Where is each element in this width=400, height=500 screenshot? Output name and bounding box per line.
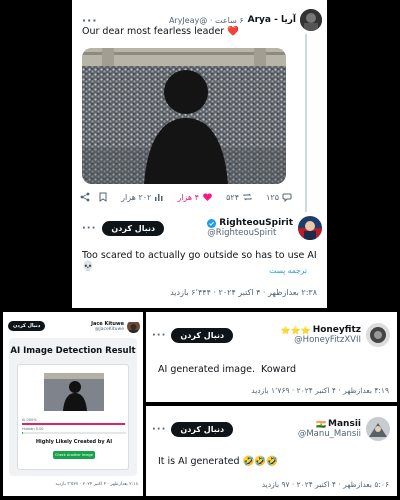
detection-result-box: AI 000% Human 0.00 Highly Likely Created…: [17, 364, 129, 470]
mansii-actions: ··· دنبال کردن: [152, 421, 234, 437]
tweet-image[interactable]: [82, 48, 286, 184]
jace-author[interactable]: Jace Kituwe @JaceKituwe: [91, 320, 140, 333]
mansii-text: It is AI generated 🤣🤣🤣: [158, 456, 279, 467]
reply-actions: ··· دنبال کردن: [82, 220, 165, 236]
detection-image: [44, 373, 104, 411]
mansii-card: ··· دنبال کردن 🇮🇳 Mansii @Manu_Mansii It…: [146, 406, 397, 496]
tweet-time: ۶ ساعت · @AryJeay: [168, 15, 244, 25]
avatar-image: [300, 9, 322, 31]
mansii-author-name: Mansii: [328, 419, 361, 429]
avatar[interactable]: [366, 417, 390, 441]
detection-title: AI Image Detection Result: [10, 346, 136, 356]
honey-author[interactable]: ⭐⭐⭐ Honeyfitz @HoneyFitzXVII: [281, 323, 390, 347]
retweet-button[interactable]: ۵۲۴: [226, 192, 253, 202]
reply-author-name: RighteouSpirit: [219, 218, 293, 228]
honey-actions: ··· دنبال کردن: [152, 327, 234, 343]
views-button[interactable]: ۲۰۲ هزار: [121, 192, 164, 202]
honey-author-handle: @HoneyFitzXVII: [294, 335, 361, 345]
human-score-label: Human 0.00: [22, 427, 44, 431]
views-icon: [155, 194, 163, 201]
more-options-icon[interactable]: ···: [82, 14, 98, 27]
avatar-image: [366, 417, 390, 441]
ai-score-fill: [22, 423, 125, 425]
human-score-bar: [22, 432, 126, 434]
mansii-header: ··· دنبال کردن 🇮🇳 Mansii @Manu_Mansii: [152, 416, 390, 442]
mansii-author[interactable]: 🇮🇳 Mansii @Manu_Mansii: [298, 417, 390, 441]
honey-header: ··· دنبال کردن ⭐⭐⭐ Honeyfitz @HoneyFitzX…: [152, 322, 390, 348]
ai-score-bar: [22, 423, 126, 425]
more-options-icon[interactable]: ···: [82, 223, 96, 234]
thread-line: [305, 34, 307, 212]
crowd-photo: [82, 48, 286, 184]
jace-card: دنبال کردن Jace Kituwe @JaceKituwe AI Im…: [3, 312, 143, 496]
reply-author-names: RighteouSpirit @RighteouSpirit: [207, 218, 293, 238]
mansii-meta: ۵:۰۶ بعدازظهر · ۴ اکتبر ۲۰۲۴ · ۹۷ بازدید: [261, 480, 389, 489]
ai-detection-panel: AI Image Detection Result AI 000% Human …: [9, 338, 137, 476]
avatar-image: [298, 216, 322, 240]
reply-icon: [282, 193, 292, 202]
follow-button[interactable]: دنبال کردن: [171, 421, 234, 437]
retweet-icon: [243, 193, 252, 201]
share-icon[interactable]: [80, 192, 90, 202]
avatar[interactable]: [127, 320, 140, 333]
more-options-icon[interactable]: ···: [152, 330, 166, 341]
honey-card: ··· دنبال کردن ⭐⭐⭐ Honeyfitz @HoneyFitzX…: [146, 312, 397, 402]
jace-meta: ۲:۱۸ بعدازظهر · ۴ اکتبر ۲۰۲۴ · ۳٬۵۲۷ باز…: [55, 482, 138, 487]
avatar-image: [366, 323, 390, 347]
heart-emoji: ❤️: [227, 26, 240, 37]
human-score-fill: [22, 432, 24, 434]
honey-text: AI generated image. Koward: [158, 364, 296, 375]
honey-name-row: ⭐⭐⭐ Honeyfitz: [281, 325, 361, 335]
tweet-action-bar: ۱۲۵ ۵۲۴ ۴ هزار ۲۰۲ هزار: [80, 190, 292, 204]
reply-meta: ۲:۳۸ بعدازظهر · ۴ اکتبر ۲۰۲۴ · ۶٬۴۴۴ باز…: [170, 288, 317, 297]
detection-verdict: Highly Likely Created by AI: [35, 439, 113, 445]
india-flag-icon: 🇮🇳: [316, 419, 327, 429]
more-options-icon[interactable]: ···: [152, 424, 166, 435]
mansii-author-names: 🇮🇳 Mansii @Manu_Mansii: [298, 419, 361, 439]
avatar-image: [127, 321, 140, 333]
main-card: ··· ۶ ساعت · @AryJeay Arya - آریا Our de…: [72, 0, 327, 308]
mansii-name-row: 🇮🇳 Mansii: [298, 419, 361, 429]
stars-emoji: ⭐⭐⭐: [280, 325, 311, 335]
like-button[interactable]: ۴ هزار: [177, 192, 213, 202]
bookmark-icon[interactable]: [98, 192, 108, 202]
follow-button[interactable]: دنبال کردن: [171, 327, 234, 343]
mansii-author-handle: @Manu_Mansii: [297, 429, 361, 439]
bookmark-share-group: [80, 192, 108, 202]
tweet-text: Our dear most fearless leader ❤️: [82, 26, 240, 37]
reply-author-handle: @RighteouSpirit: [207, 228, 277, 238]
crowd-thumbnail: [44, 373, 104, 411]
jace-author-handle: @JaceKituwe: [94, 326, 124, 332]
follow-button[interactable]: دنبال کردن: [8, 321, 46, 331]
heart-icon: [203, 193, 212, 201]
reply-author[interactable]: RighteouSpirit @RighteouSpirit: [207, 216, 322, 240]
jace-author-names: Jace Kituwe @JaceKituwe: [91, 321, 124, 332]
avatar[interactable]: [298, 216, 322, 240]
reply-button[interactable]: ۱۲۵: [266, 192, 292, 202]
honey-meta: ۴:۱۹ بعدازظهر · ۴ اکتبر ۲۰۲۴ · ۱٬۷۶۹ باز…: [251, 386, 389, 395]
honey-author-names: ⭐⭐⭐ Honeyfitz @HoneyFitzXVII: [281, 325, 361, 345]
avatar[interactable]: [366, 323, 390, 347]
jace-header: دنبال کردن Jace Kituwe @JaceKituwe: [8, 317, 140, 335]
check-another-button[interactable]: Check Another Image: [53, 451, 95, 459]
avatar[interactable]: [300, 9, 322, 31]
jace-author-name: Jace Kituwe: [91, 320, 124, 327]
follow-button[interactable]: دنبال کردن: [102, 220, 165, 236]
honey-author-name: Honeyfitz: [312, 325, 361, 335]
reply-author-row: ··· دنبال کردن RighteouSpirit @RighteouS…: [82, 214, 322, 242]
translate-link[interactable]: ترجمه پست: [269, 266, 307, 275]
reply-name-row: RighteouSpirit: [207, 218, 293, 228]
tweet-author-name: Arya - آریا: [247, 15, 296, 25]
verified-badge-icon: [207, 218, 217, 228]
ai-score-label: AI 000%: [22, 418, 37, 422]
